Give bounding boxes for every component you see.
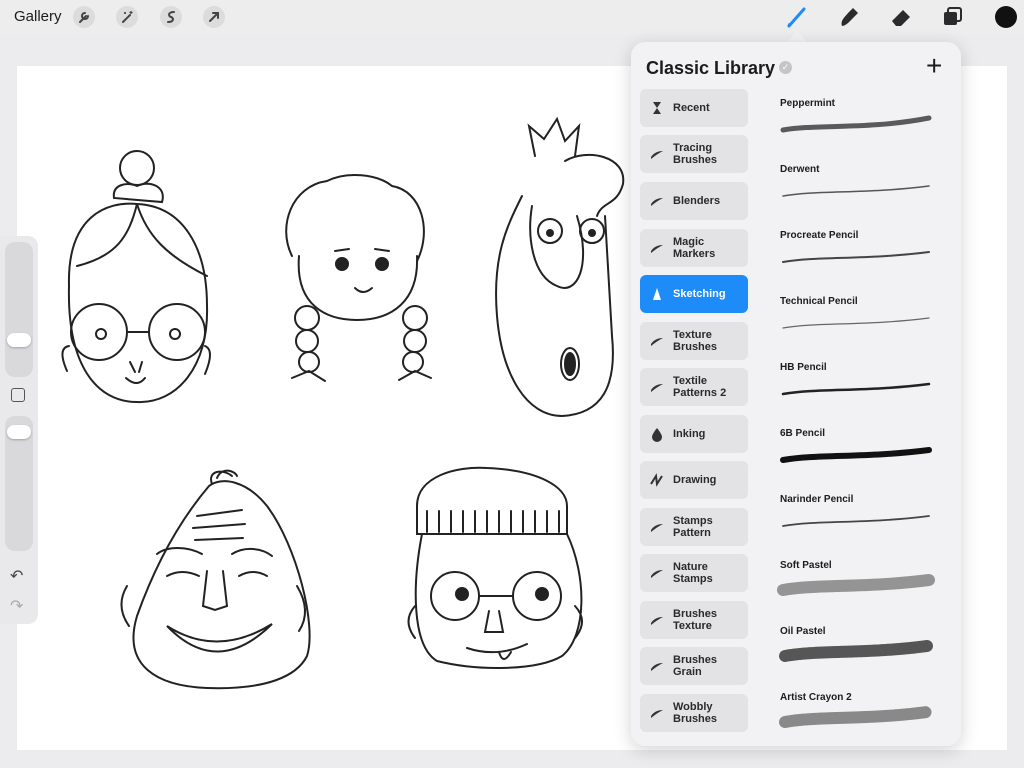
brush-group-blenders[interactable]: Blenders bbox=[640, 182, 748, 220]
brush-group-magic-markers[interactable]: Magic Markers bbox=[640, 229, 748, 267]
brush-group-brushes-texture[interactable]: Brushes Texture bbox=[640, 601, 748, 639]
brush-stroke-preview bbox=[780, 447, 932, 463]
brush-group-sketching[interactable]: Sketching bbox=[640, 275, 748, 313]
layers-icon[interactable] bbox=[940, 4, 966, 30]
brush-group-tracing-brushes[interactable]: Tracing Brushes bbox=[640, 135, 748, 173]
brush-group-nature-stamps[interactable]: Nature Stamps bbox=[640, 554, 748, 592]
modify-button[interactable] bbox=[11, 388, 25, 402]
brush-stroke-preview bbox=[782, 515, 930, 527]
brush-group-inking[interactable]: Inking bbox=[640, 415, 748, 453]
brush-stroke-preview bbox=[782, 185, 930, 197]
brush-stroke-preview bbox=[782, 317, 930, 329]
brush-group-texture-brushes[interactable]: Texture Brushes bbox=[640, 322, 748, 360]
brush-size-slider[interactable] bbox=[5, 242, 33, 377]
stroke-icon bbox=[651, 151, 663, 159]
brush-item-peppermint[interactable]: Peppermint bbox=[777, 98, 947, 160]
undo-icon[interactable]: ↶ bbox=[10, 566, 23, 586]
brush-item-technical-pencil[interactable]: Technical Pencil bbox=[777, 296, 947, 358]
stroke-icon bbox=[651, 198, 663, 206]
side-toolbar: ↶ ↷ bbox=[0, 236, 38, 624]
ink-drop-icon bbox=[652, 428, 662, 442]
transform-arrow-icon[interactable] bbox=[203, 6, 225, 28]
brush-library-panel: Classic Library ✓ + Recent Tracing Brush… bbox=[631, 42, 961, 746]
stroke-icon bbox=[651, 617, 663, 625]
brush-stroke-preview bbox=[782, 251, 930, 263]
brush-group-wobbly-brushes[interactable]: Wobbly Brushes bbox=[640, 694, 748, 732]
plus-icon[interactable]: + bbox=[926, 50, 942, 82]
redo-icon[interactable]: ↷ bbox=[10, 596, 23, 616]
brush-group-recent[interactable]: Recent bbox=[640, 89, 748, 127]
hourglass-icon bbox=[653, 102, 661, 114]
checkmark-icon: ✓ bbox=[779, 61, 792, 74]
brush-group-textile-patterns-2[interactable]: Textile Patterns 2 bbox=[640, 368, 748, 406]
eraser-icon[interactable] bbox=[888, 4, 914, 30]
opacity-handle[interactable] bbox=[7, 425, 31, 439]
brush-stroke-preview bbox=[777, 574, 935, 596]
color-picker-button[interactable] bbox=[995, 6, 1017, 28]
selection-icon[interactable] bbox=[160, 6, 182, 28]
stroke-icon bbox=[651, 338, 663, 346]
brush-stroke-preview bbox=[779, 706, 933, 728]
brush-item-oil-pastel[interactable]: Oil Pastel bbox=[777, 626, 947, 688]
stroke-icon bbox=[651, 524, 663, 532]
smudge-icon[interactable] bbox=[836, 4, 862, 30]
gallery-button[interactable]: Gallery bbox=[14, 8, 62, 25]
brush-group-stamps-pattern[interactable]: Stamps Pattern bbox=[640, 508, 748, 546]
panel-title: Classic Library bbox=[646, 58, 776, 78]
pencil-tip-icon bbox=[653, 288, 661, 300]
brush-stroke-preview bbox=[780, 115, 932, 133]
wrench-icon[interactable] bbox=[73, 6, 95, 28]
brush-group-brushes-grain[interactable]: Brushes Grain bbox=[640, 647, 748, 685]
brush-item-derwent[interactable]: Derwent bbox=[777, 164, 947, 226]
brush-item-narinder-pencil[interactable]: Narinder Pencil bbox=[777, 494, 947, 556]
stroke-icon bbox=[651, 663, 663, 671]
brush-stroke-preview bbox=[781, 382, 931, 396]
brush-item-procreate-pencil[interactable]: Procreate Pencil bbox=[777, 230, 947, 292]
scribble-icon bbox=[650, 473, 663, 487]
brush-icon[interactable] bbox=[784, 4, 810, 30]
magic-wand-icon[interactable] bbox=[116, 6, 138, 28]
top-toolbar: Gallery bbox=[0, 0, 1024, 34]
brush-item-artist-crayon-2[interactable]: Artist Crayon 2 bbox=[777, 692, 947, 746]
brush-group-drawing[interactable]: Drawing bbox=[640, 461, 748, 499]
brush-size-handle[interactable] bbox=[7, 333, 31, 347]
stroke-icon bbox=[651, 710, 663, 718]
brush-item-soft-pastel[interactable]: Soft Pastel bbox=[777, 560, 947, 622]
brush-stroke-preview bbox=[779, 640, 933, 662]
stroke-icon bbox=[651, 384, 663, 392]
brush-item-6b-pencil[interactable]: 6B Pencil bbox=[777, 428, 947, 490]
stroke-icon bbox=[651, 570, 663, 578]
brush-item-hb-pencil[interactable]: HB Pencil bbox=[777, 362, 947, 424]
stroke-icon bbox=[651, 245, 663, 253]
